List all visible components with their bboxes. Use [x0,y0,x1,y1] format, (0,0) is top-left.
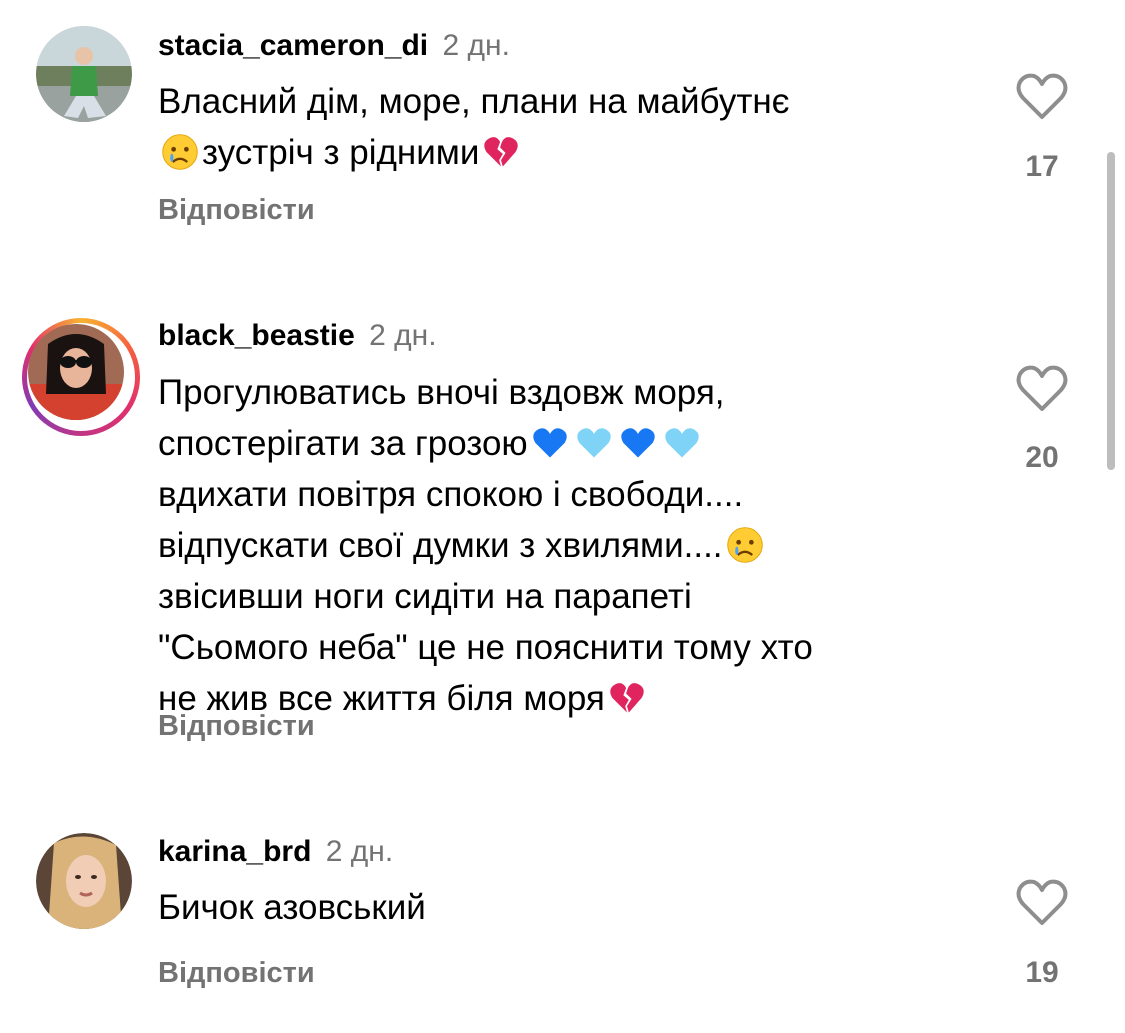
avatar[interactable] [36,833,132,929]
timestamp: 2 дн. [325,835,394,868]
reply-button[interactable]: Відповісти [158,710,315,743]
heart-outline-icon[interactable] [1015,878,1069,928]
comment-meta: karina_brd 2 дн. [158,834,393,870]
comment-text-part: зустріч з рідними [202,133,480,172]
username-link[interactable]: karina_brd [158,835,311,868]
reply-button[interactable]: Відповісти [158,194,315,227]
comment-text-part: звісивши ноги сидіти на парапеті [158,577,692,616]
avatar[interactable] [36,26,132,122]
comment-text-part: відпускати свої думки з хвилями.... [158,526,723,565]
comment-text-part: "Сьомого неба" це не пояснити тому хто [158,628,813,667]
comment-text: Бичок азовський [158,882,938,933]
reply-button[interactable]: Відповісти [158,957,315,990]
blue-heart-emoji [620,428,655,458]
comment-text-part: Прогулюватись вночі вздовж моря, [158,373,725,412]
username-link[interactable]: stacia_cameron_di [158,29,428,62]
broken-heart-emoji [484,137,519,167]
heart-outline-icon[interactable] [1015,72,1069,122]
avatar-photo [28,324,124,420]
comment-text: Прогулюватись вночі вздовж моря, спостер… [158,367,938,724]
like-count: 19 [1025,956,1059,989]
broken-heart-emoji [610,683,644,713]
username-link[interactable]: black_beastie [158,319,355,352]
scrollbar-thumb[interactable] [1107,152,1115,470]
light-blue-heart-emoji [576,428,611,458]
blue-heart-emoji [532,428,567,458]
comment-text-part: спостерігати за грозою [158,424,528,463]
like-count: 20 [1025,441,1059,474]
comment-text: Власний дім, море, плани на майбутнє зус… [158,76,938,178]
heart-outline-icon[interactable] [1015,364,1069,414]
crying-face-emoji [162,134,198,170]
comment-text-part: Власний дім, море, плани на майбутнє [158,82,790,121]
timestamp: 2 дн. [369,319,437,352]
like-count: 17 [1025,150,1059,183]
timestamp: 2 дн. [442,29,510,62]
avatar-photo [36,833,132,929]
comment-text-part: вдихати повітря спокою і свободи.... [158,475,744,514]
avatar-story-ring[interactable] [22,318,140,436]
comment-meta: black_beastie 2 дн. [158,318,437,354]
avatar-photo [36,26,132,122]
light-blue-heart-emoji [664,428,699,458]
comment-meta: stacia_cameron_di 2 дн. [158,28,510,64]
comment-text-part: Бичок азовський [158,888,426,927]
crying-face-emoji [726,527,763,563]
